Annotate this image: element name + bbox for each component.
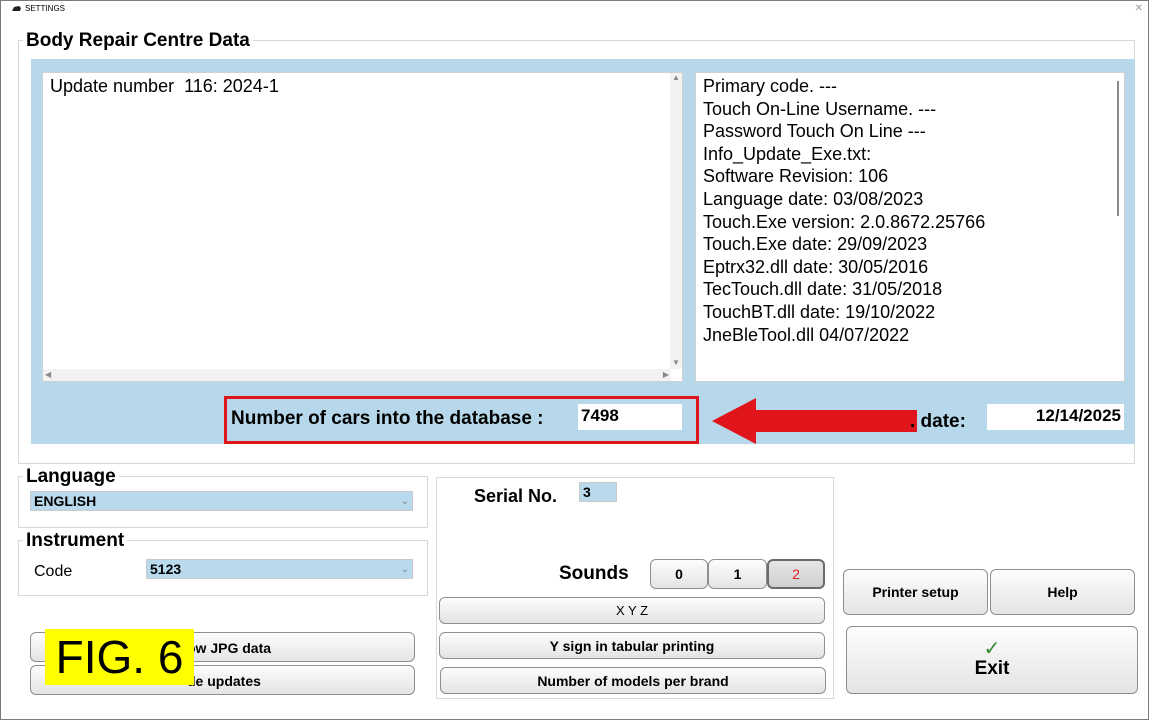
language-select[interactable]: ENGLISH ⌄: [30, 491, 413, 511]
y-sign-button[interactable]: Y sign in tabular printing: [439, 632, 825, 659]
date-field[interactable]: 12/14/2025: [987, 404, 1124, 430]
sounds-label: Sounds: [559, 563, 629, 584]
exit-button[interactable]: ✓ Exit: [846, 626, 1138, 694]
date-label: . date:: [910, 411, 966, 432]
xyz-button[interactable]: X Y Z: [439, 597, 825, 624]
info-line: Software Revision: 106: [703, 166, 889, 187]
info-scrollbar-thumb[interactable]: [1117, 81, 1119, 216]
serial-field[interactable]: 3: [579, 482, 617, 502]
close-icon[interactable]: ✕: [1135, 1, 1143, 17]
update-text: Update number 116: 2024-1: [50, 76, 279, 96]
figure-label: FIG. 6: [45, 629, 194, 685]
info-line: TecTouch.dll date: 31/05/2018: [703, 279, 943, 300]
info-lines: Primary code. --- Touch On-Line Username…: [703, 75, 985, 346]
checkmark-icon: ✓: [983, 638, 1001, 660]
chevron-down-icon[interactable]: ⌄: [401, 492, 409, 511]
code-select[interactable]: 5123 ⌄: [146, 559, 413, 579]
chevron-down-icon[interactable]: ⌄: [401, 560, 409, 579]
code-label: Code: [34, 563, 73, 580]
window-title: SETTINGS: [25, 4, 66, 13]
info-line: Info_Update_Exe.txt:: [703, 143, 872, 164]
info-line: Eptrx32.dll date: 30/05/2016: [703, 256, 929, 277]
help-button[interactable]: Help: [990, 569, 1135, 615]
cars-count-field[interactable]: 7498: [578, 404, 682, 430]
horizontal-scrollbar[interactable]: ◀ ▶: [43, 369, 671, 381]
code-value: 5123: [150, 561, 182, 577]
scroll-up-icon[interactable]: ▲: [672, 73, 680, 82]
info-line: Touch On-Line Username. ---: [703, 98, 937, 119]
info-line: Touch.Exe version: 2.0.8672.25766: [703, 211, 986, 232]
sound-0-button[interactable]: 0: [650, 559, 708, 589]
scroll-left-icon[interactable]: ◀: [45, 370, 51, 379]
show-jpg-data-label: ow JPG data: [187, 640, 272, 656]
serial-label: Serial No.: [474, 486, 558, 506]
models-per-brand-button[interactable]: Number of models per brand: [440, 667, 826, 694]
cars-label: Number of cars into the database :: [231, 408, 544, 429]
info-line: TouchBT.dll date: 19/10/2022: [703, 301, 936, 322]
vertical-scrollbar[interactable]: ▲ ▼: [670, 73, 682, 369]
language-value: ENGLISH: [34, 493, 97, 509]
scroll-down-icon[interactable]: ▼: [672, 358, 680, 367]
sound-2-button[interactable]: 2: [767, 559, 825, 589]
info-textbox[interactable]: Primary code. --- Touch On-Line Username…: [695, 72, 1125, 382]
language-title: Language: [23, 466, 119, 488]
info-line: Touch.Exe date: 29/09/2023: [703, 234, 928, 255]
info-line: Password Touch On Line ---: [703, 121, 926, 142]
red-arrow-icon: [712, 398, 917, 444]
app-icon: [12, 6, 21, 11]
scroll-right-icon[interactable]: ▶: [663, 370, 669, 379]
info-line: JneBleTool.dll 04/07/2022: [703, 324, 910, 345]
sound-1-button[interactable]: 1: [708, 559, 767, 589]
update-textbox[interactable]: Update number 116: 2024-1 ▲ ▼ ◀ ▶: [42, 72, 683, 382]
instrument-title: Instrument: [23, 530, 128, 552]
title-bar: SETTINGS ✕: [1, 1, 1147, 17]
repair-centre-title: Body Repair Centre Data: [23, 30, 253, 52]
printer-setup-button[interactable]: Printer setup: [843, 569, 988, 615]
info-line: Language date: 03/08/2023: [703, 188, 924, 209]
exit-label: Exit: [974, 658, 1010, 679]
updates-label: de updates: [187, 673, 261, 689]
info-line: Primary code. ---: [703, 76, 838, 96]
